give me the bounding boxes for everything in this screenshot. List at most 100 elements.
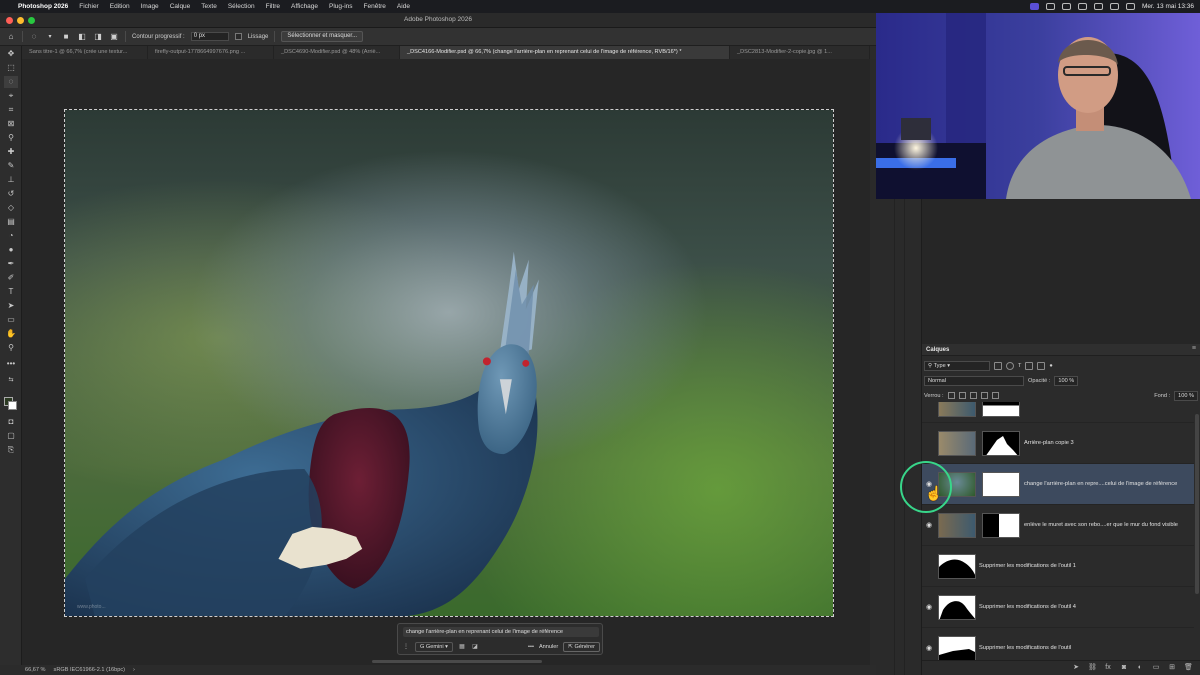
layer-row[interactable] xyxy=(922,402,1194,423)
select-and-mask-button[interactable]: Sélectionner et masquer... xyxy=(281,31,364,42)
layer-mask-thumbnail[interactable] xyxy=(982,402,1020,417)
menu-plugins[interactable]: Plug-ins xyxy=(329,3,352,10)
layer-row[interactable]: ◉ enlève le muret avec son rebo....er qu… xyxy=(922,505,1194,546)
object-selection-tool-icon[interactable]: ⌖ xyxy=(4,90,18,102)
layer-thumbnail[interactable] xyxy=(938,513,976,538)
layer-name[interactable]: enlève le muret avec son rebo....er que … xyxy=(1024,522,1194,528)
layer-name[interactable]: Supprimer les modifications de l'outil xyxy=(979,645,1071,651)
filter-toggle-icon[interactable]: ● xyxy=(1049,363,1052,369)
blur-tool-icon[interactable]: ◔ xyxy=(4,230,18,242)
filter-adjustment-icon[interactable] xyxy=(1006,361,1014,370)
gradient-tool-icon[interactable]: ▤ xyxy=(4,216,18,228)
intersect-selection-icon[interactable]: ▣ xyxy=(109,32,119,42)
lasso-tool-icon[interactable]: ◌ xyxy=(4,76,18,88)
hand-tool-icon[interactable]: ✋ xyxy=(4,328,18,340)
tab-document-5[interactable]: _DSC2813-Modifier-2-copie.jpg @ 1... xyxy=(730,46,870,59)
layer-row[interactable]: Supprimer les modifications de l'outil 1 xyxy=(922,546,1194,587)
menu-aide[interactable]: Aide xyxy=(397,3,410,10)
visibility-eye-icon[interactable]: ◉ xyxy=(925,645,933,653)
layer-name[interactable]: change l'arrière-plan en repre....celui … xyxy=(1024,481,1194,487)
link-layers-icon[interactable]: ⛓ xyxy=(1088,664,1097,672)
menu-filtre[interactable]: Filtre xyxy=(266,3,280,10)
layer-name[interactable]: Arrière-plan copie 3 xyxy=(1024,440,1074,446)
drag-handle-icon[interactable]: ⋮ xyxy=(402,643,410,651)
reference-image-icon[interactable]: ▦ xyxy=(458,643,466,651)
tab-document-3[interactable]: _DSC4690-Modifier.psd @ 48% (Arriè... xyxy=(274,46,400,59)
swap-colors-icon[interactable]: ⇆ xyxy=(4,374,18,386)
eyedropper-tool-icon[interactable]: ⚲ xyxy=(4,132,18,144)
new-selection-icon[interactable]: ■ xyxy=(61,32,71,42)
generative-prompt-input[interactable]: change l'arrière-plan en reprenant celui… xyxy=(403,627,599,637)
group-icon[interactable]: ▭ xyxy=(1152,664,1160,672)
feather-input[interactable]: 0 px xyxy=(190,32,229,41)
layer-thumbnail[interactable] xyxy=(938,554,976,579)
menu-affichage[interactable]: Affichage xyxy=(291,3,318,10)
layer-name[interactable]: Supprimer les modifications de l'outil 1 xyxy=(979,563,1076,569)
fill-input[interactable]: 100 % xyxy=(1174,390,1198,401)
layer-mask-thumbnail[interactable] xyxy=(982,513,1020,538)
lock-transparency-icon[interactable] xyxy=(947,392,955,399)
visibility-eye-icon[interactable]: ◉ xyxy=(925,604,933,612)
share-icon[interactable]: ➤ xyxy=(1072,664,1080,672)
screen-recording-icon[interactable] xyxy=(1029,3,1039,10)
layer-name[interactable]: Supprimer les modifications de l'outil 4 xyxy=(979,604,1076,610)
pen-tool-alt-icon[interactable]: ✐ xyxy=(4,272,18,284)
horizontal-scrollbar[interactable] xyxy=(372,660,542,663)
filter-shape-icon[interactable] xyxy=(1025,361,1034,370)
layer-row[interactable]: Arrière-plan copie 3 xyxy=(922,423,1194,464)
opacity-input[interactable]: 100 % xyxy=(1054,375,1079,386)
wifi-icon[interactable] xyxy=(1077,3,1087,10)
filter-pixel-icon[interactable] xyxy=(994,361,1002,370)
more-options-button[interactable]: ••• xyxy=(528,644,534,650)
menu-calque[interactable]: Calque xyxy=(170,3,191,10)
menu-image[interactable]: Image xyxy=(141,3,159,10)
control-center-icon[interactable] xyxy=(1125,3,1135,10)
antialias-checkbox[interactable] xyxy=(234,33,242,40)
eraser-tool-icon[interactable]: ◇ xyxy=(4,202,18,214)
move-tool-icon[interactable]: ✥ xyxy=(4,48,18,60)
quick-mask-icon[interactable]: ◘ xyxy=(4,416,18,428)
layer-style-icon[interactable]: fx xyxy=(1104,664,1112,672)
tab-document-1[interactable]: Sans titre-1 @ 66,7% (crée une textur... xyxy=(22,46,148,59)
pen-tool-icon[interactable]: ✒ xyxy=(4,258,18,270)
menubar-clock[interactable]: Mer. 13 mai 13:36 xyxy=(1142,3,1194,10)
more-tools-icon[interactable]: ••• xyxy=(4,358,18,370)
menu-selection[interactable]: Sélection xyxy=(228,3,255,10)
document-canvas[interactable]: www.photo... xyxy=(64,109,834,617)
layer-row[interactable]: ◉ Supprimer les modifications de l'outil… xyxy=(922,587,1194,628)
generate-button[interactable]: ⇱ Générer xyxy=(563,642,600,652)
trash-icon[interactable]: 🗑 xyxy=(1184,664,1193,672)
cloud-icon[interactable] xyxy=(1045,3,1055,10)
filter-type-icon[interactable]: T xyxy=(1018,363,1021,369)
brush-tool-icon[interactable]: ✎ xyxy=(4,160,18,172)
settings-icon[interactable]: ◪ xyxy=(471,643,479,651)
layer-thumbnail[interactable] xyxy=(938,595,976,620)
new-layer-icon[interactable]: ⊞ xyxy=(1168,664,1176,672)
blend-mode-select[interactable]: Normal xyxy=(924,375,1024,386)
layer-thumbnail[interactable] xyxy=(938,431,976,456)
zoom-tool-icon[interactable]: ⚲ xyxy=(4,342,18,354)
rectangle-tool-icon[interactable]: ▭ xyxy=(4,314,18,326)
lock-position-icon[interactable] xyxy=(969,392,977,399)
cancel-button[interactable]: Annuler xyxy=(539,644,558,650)
path-selection-tool-icon[interactable]: ➤ xyxy=(4,300,18,312)
layer-thumbnail[interactable] xyxy=(938,636,976,660)
panel-menu-icon[interactable]: ≡ xyxy=(1192,345,1196,352)
subtract-selection-icon[interactable]: ◨ xyxy=(93,32,103,42)
menu-app-name[interactable]: Photoshop 2026 xyxy=(18,3,68,10)
bluetooth-icon[interactable] xyxy=(1061,3,1071,10)
background-color-swatch[interactable] xyxy=(8,401,17,410)
healing-tool-icon[interactable]: ✚ xyxy=(4,146,18,158)
zoom-level[interactable]: 66,67 % xyxy=(25,665,46,675)
dodge-tool-icon[interactable]: ● xyxy=(4,244,18,256)
type-tool-icon[interactable]: T xyxy=(4,286,18,298)
add-mask-icon[interactable]: ◙ xyxy=(1120,664,1128,672)
model-select[interactable]: G Gemini ▾ xyxy=(415,642,453,652)
menu-fichier[interactable]: Fichier xyxy=(79,3,99,10)
layer-mask-thumbnail[interactable] xyxy=(982,431,1020,456)
battery-icon[interactable] xyxy=(1093,3,1103,10)
menu-edition[interactable]: Edition xyxy=(110,3,130,10)
layer-filter-select[interactable]: ⚲ Type ▾ xyxy=(924,360,990,371)
layers-panel-title[interactable]: Calques xyxy=(926,347,949,353)
tab-document-active[interactable]: _DSC4166-Modifier.psd @ 66,7% (change l'… xyxy=(400,46,730,59)
